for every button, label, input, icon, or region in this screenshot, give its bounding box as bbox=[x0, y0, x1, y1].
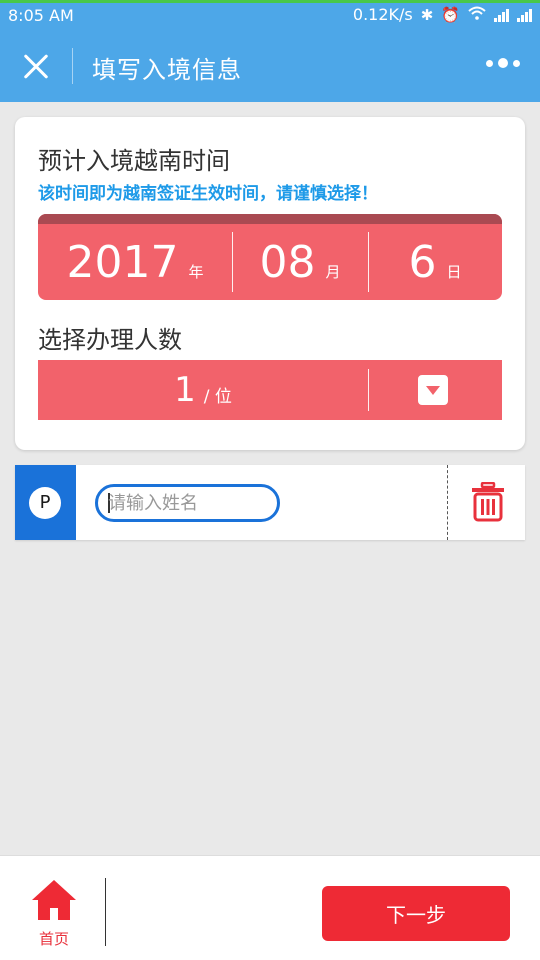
applicant-badge: P bbox=[29, 487, 61, 519]
day-unit: 日 bbox=[446, 262, 462, 281]
applicant-count-selector[interactable]: 1 / 位 bbox=[38, 360, 502, 420]
row-divider bbox=[447, 465, 448, 540]
more-dots-icon[interactable] bbox=[486, 58, 520, 68]
entry-date-title: 预计入境越南时间 bbox=[38, 147, 230, 175]
page-title: 填写入境信息 bbox=[92, 56, 242, 84]
signal-icon bbox=[494, 8, 509, 22]
alarm-icon: ⏰ bbox=[441, 5, 460, 24]
applicant-count-unit: / 位 bbox=[203, 386, 232, 407]
next-step-button[interactable]: 下一步 bbox=[322, 886, 510, 941]
name-field-wrapper bbox=[95, 484, 280, 522]
applicant-row: P bbox=[15, 465, 525, 540]
status-time: 8:05 AM bbox=[8, 6, 74, 25]
year-selector[interactable]: 2017 年 bbox=[38, 224, 232, 300]
day-selector[interactable]: 6 日 bbox=[368, 224, 502, 300]
net-speed: 0.12K/s bbox=[352, 5, 413, 24]
name-input[interactable] bbox=[108, 491, 268, 515]
close-icon[interactable] bbox=[18, 48, 54, 84]
month-value: 08 bbox=[259, 236, 316, 288]
year-unit: 年 bbox=[188, 262, 204, 281]
status-bar: 8:05 AM 0.12K/s ✱ ⏰ bbox=[0, 0, 540, 30]
applicant-badge-column: P bbox=[15, 465, 76, 540]
status-accent-line bbox=[0, 0, 540, 3]
applicant-count-value: 1 bbox=[174, 370, 196, 410]
applicant-count: 1 / 位 bbox=[38, 360, 368, 420]
month-selector[interactable]: 08 月 bbox=[232, 224, 368, 300]
home-button[interactable]: 首页 bbox=[25, 878, 83, 948]
wifi-icon bbox=[468, 6, 486, 24]
year-value: 2017 bbox=[66, 236, 179, 288]
status-indicators: 0.12K/s ✱ ⏰ bbox=[353, 5, 532, 24]
entry-info-card: 预计入境越南时间 该时间即为越南签证生效时间，请谨慎选择！ 2017 年 08 … bbox=[15, 117, 525, 450]
home-label: 首页 bbox=[38, 930, 69, 948]
month-unit: 月 bbox=[325, 262, 341, 281]
dropdown-arrow-icon[interactable] bbox=[418, 375, 448, 405]
date-picker[interactable]: 2017 年 08 月 6 日 bbox=[38, 214, 502, 300]
applicants-title: 选择办理人数 bbox=[38, 326, 182, 354]
signal-icon-2 bbox=[517, 8, 532, 22]
title-bar: 填写入境信息 bbox=[0, 30, 540, 102]
bluetooth-icon: ✱ bbox=[420, 5, 434, 24]
trash-icon[interactable] bbox=[470, 481, 506, 522]
title-divider bbox=[72, 48, 73, 84]
bottom-bar: 首页 下一步 bbox=[0, 855, 540, 960]
date-picker-strip bbox=[38, 214, 502, 224]
entry-date-notice: 该时间即为越南签证生效时间，请谨慎选择！ bbox=[38, 184, 378, 204]
home-icon bbox=[30, 878, 78, 926]
day-value: 6 bbox=[408, 236, 437, 288]
count-separator bbox=[368, 369, 369, 411]
bottom-separator bbox=[105, 878, 106, 946]
